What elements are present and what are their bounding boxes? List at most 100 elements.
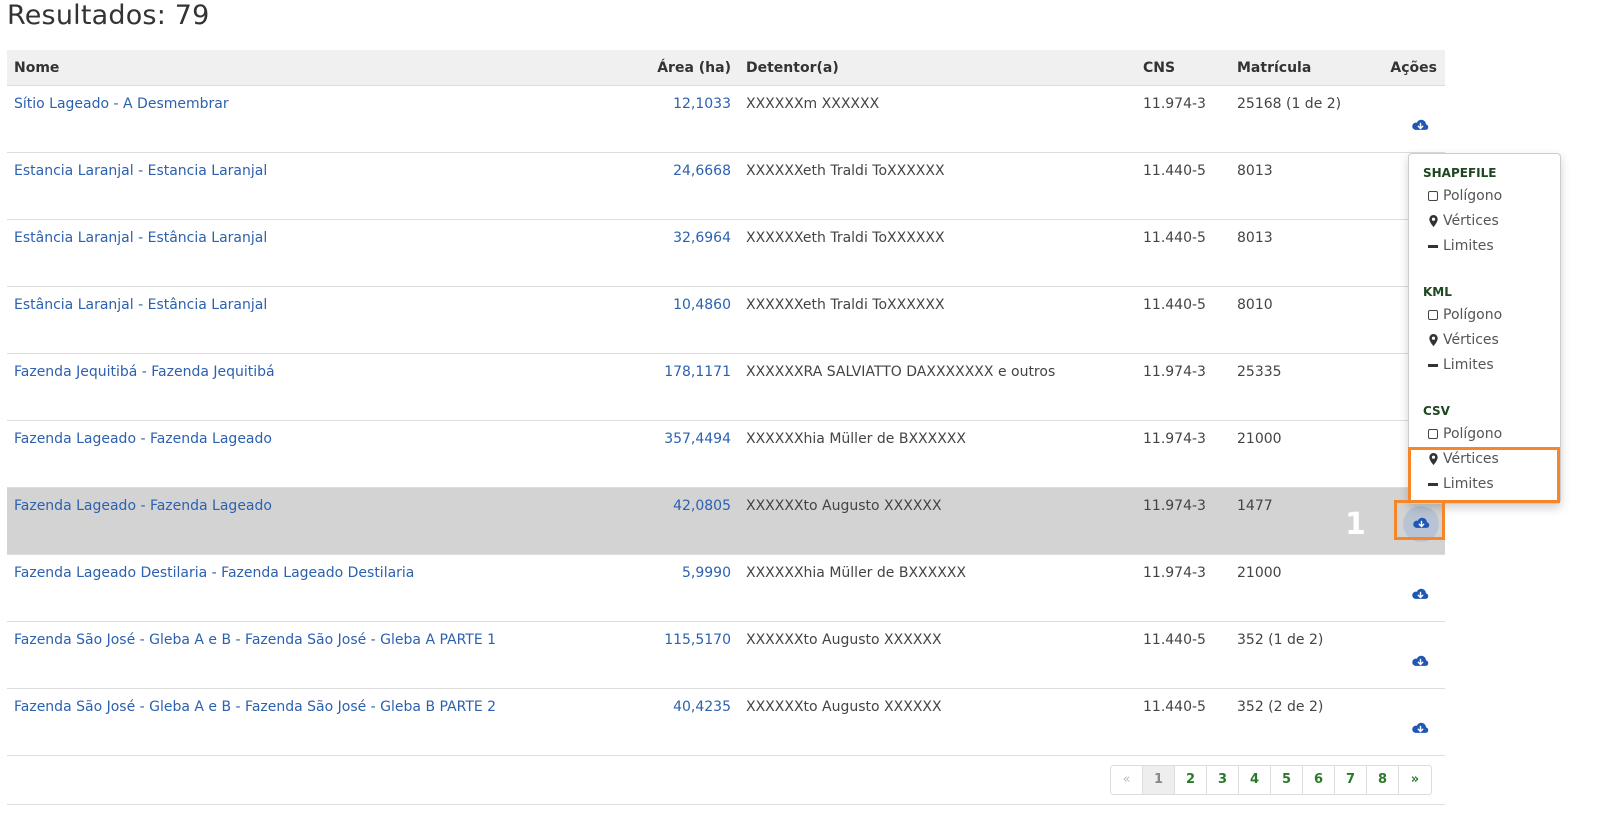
matricula-cell: 25335 — [1237, 364, 1282, 380]
download-button[interactable] — [1409, 711, 1431, 733]
dropdown-item-shapefile-poligono[interactable]: Polígono — [1427, 188, 1502, 204]
divider — [7, 804, 1445, 805]
results-table: Nome Área (ha) Detentor(a) CNS Matrícula… — [7, 50, 1445, 756]
cns-cell: 11.974-3 — [1143, 364, 1206, 380]
matricula-cell: 1477 — [1237, 498, 1273, 514]
pagination-page-1: 1 — [1143, 766, 1175, 794]
square-icon — [1427, 310, 1439, 320]
cns-cell: 11.974-3 — [1143, 498, 1206, 514]
callout-label-2: 2 — [1461, 381, 1482, 416]
table-row: Fazenda Jequitibá - Fazenda Jequitibá 178… — [7, 354, 1445, 421]
matricula-cell: 8013 — [1237, 230, 1273, 246]
download-button[interactable] — [1409, 644, 1431, 666]
table-row: Fazenda São José - Gleba A e B - Fazenda… — [7, 689, 1445, 756]
detentor-cell: XXXXXXto Augusto XXXXXX — [746, 498, 942, 514]
area-link[interactable]: 115,5170 — [664, 632, 731, 648]
column-header-acoes: Ações — [1390, 60, 1437, 76]
matricula-cell: 21000 — [1237, 565, 1282, 581]
column-header-cns[interactable]: CNS — [1143, 60, 1175, 76]
detentor-cell: XXXXXXeth Traldi ToXXXXXX — [746, 163, 945, 179]
table-row: Sítio Lageado - A Desmembrar 12,1033 XXXXX… — [7, 86, 1445, 153]
table-row: Estância Laranjal - Estância Laranjal 32,… — [7, 220, 1445, 287]
highlight-box-csv-options — [1408, 447, 1560, 503]
property-name-link[interactable]: Estância Laranjal - Estância Laranjal — [14, 297, 267, 313]
area-link[interactable]: 32,6964 — [673, 230, 731, 246]
download-button[interactable] — [1409, 108, 1431, 130]
cns-cell: 11.974-3 — [1143, 96, 1206, 112]
pagination-page-7[interactable]: 7 — [1335, 766, 1367, 794]
cns-cell: 11.440-5 — [1143, 699, 1206, 715]
cns-cell: 11.440-5 — [1143, 163, 1206, 179]
results-title: Resultados: 79 — [7, 0, 210, 31]
property-name-link[interactable]: Estancia Laranjal - Estancia Laranjal — [14, 163, 267, 179]
detentor-cell: XXXXXXm XXXXXX — [746, 96, 880, 112]
property-name-link[interactable]: Sítio Lageado - A Desmembrar — [14, 96, 229, 112]
map-marker-icon — [1427, 334, 1439, 346]
area-link[interactable]: 10,4860 — [673, 297, 731, 313]
cloud-download-icon — [1411, 654, 1430, 669]
property-name-link[interactable]: Fazenda Lageado Destilaria - Fazenda Lag… — [14, 565, 414, 581]
area-link[interactable]: 5,9990 — [682, 565, 731, 581]
cns-cell: 11.440-5 — [1143, 297, 1206, 313]
column-header-area[interactable]: Área (ha) — [657, 60, 731, 76]
dropdown-item-label: Limites — [1443, 238, 1494, 254]
pagination-page-2[interactable]: 2 — [1175, 766, 1207, 794]
dropdown-section-shapefile: SHAPEFILE — [1423, 166, 1497, 180]
download-button[interactable] — [1409, 577, 1431, 599]
table-header: Nome Área (ha) Detentor(a) CNS Matrícula… — [7, 50, 1445, 86]
dropdown-item-shapefile-vertices[interactable]: Vértices — [1427, 213, 1499, 229]
table-row: Fazenda Lageado - Fazenda Lageado 357,449… — [7, 421, 1445, 488]
square-icon — [1427, 191, 1439, 201]
area-link[interactable]: 40,4235 — [673, 699, 731, 715]
table-row: Fazenda Lageado Destilaria - Fazenda Lag… — [7, 555, 1445, 622]
pagination-page-5[interactable]: 5 — [1271, 766, 1303, 794]
dropdown-item-label: Polígono — [1443, 188, 1503, 204]
column-header-nome[interactable]: Nome — [14, 60, 59, 76]
detentor-cell: XXXXXXto Augusto XXXXXX — [746, 699, 942, 715]
cns-cell: 11.974-3 — [1143, 431, 1206, 447]
highlight-box-download-button — [1394, 500, 1445, 540]
detentor-cell: XXXXXXto Augusto XXXXXX — [746, 632, 942, 648]
pagination-page-8[interactable]: 8 — [1367, 766, 1399, 794]
pagination-next-button[interactable]: » — [1399, 766, 1431, 794]
property-name-link[interactable]: Fazenda Lageado - Fazenda Lageado — [14, 498, 272, 514]
detentor-cell: XXXXXXhia Müller de BXXXXXX — [746, 431, 966, 447]
table-row: Fazenda Lageado - Fazenda Lageado 42,0805… — [7, 488, 1445, 555]
pagination-page-3[interactable]: 3 — [1207, 766, 1239, 794]
table-row: Fazenda São José - Gleba A e B - Fazenda… — [7, 622, 1445, 689]
pagination-prev-button: « — [1111, 766, 1143, 794]
matricula-cell: 21000 — [1237, 431, 1282, 447]
area-link[interactable]: 12,1033 — [673, 96, 731, 112]
matricula-cell: 8010 — [1237, 297, 1273, 313]
property-name-link[interactable]: Fazenda São José - Gleba A e B - Fazenda… — [14, 632, 496, 648]
property-name-link[interactable]: Fazenda São José - Gleba A e B - Fazenda… — [14, 699, 496, 715]
cloud-download-icon — [1411, 587, 1430, 602]
detentor-cell: XXXXXXeth Traldi ToXXXXXX — [746, 297, 945, 313]
matricula-cell: 8013 — [1237, 163, 1273, 179]
matricula-cell: 352 (2 de 2) — [1237, 699, 1324, 715]
pagination-page-4[interactable]: 4 — [1239, 766, 1271, 794]
cns-cell: 11.440-5 — [1143, 632, 1206, 648]
area-link[interactable]: 178,1171 — [664, 364, 731, 380]
detentor-cell: XXXXXXeth Traldi ToXXXXXX — [746, 230, 945, 246]
property-name-link[interactable]: Estância Laranjal - Estância Laranjal — [14, 230, 267, 246]
dropdown-item-shapefile-limites[interactable]: Limites — [1427, 238, 1494, 254]
dropdown-item-kml-poligono[interactable]: Polígono — [1427, 307, 1502, 323]
minus-icon — [1427, 244, 1439, 248]
pagination-page-6[interactable]: 6 — [1303, 766, 1335, 794]
area-link[interactable]: 42,0805 — [673, 498, 731, 514]
table-row: Estancia Laranjal - Estancia Laranjal 24,… — [7, 153, 1445, 220]
area-link[interactable]: 24,6668 — [673, 163, 731, 179]
dropdown-item-label: Vértices — [1443, 213, 1499, 229]
property-name-link[interactable]: Fazenda Lageado - Fazenda Lageado — [14, 431, 272, 447]
column-header-matricula[interactable]: Matrícula — [1237, 60, 1311, 76]
matricula-cell: 25168 (1 de 2) — [1237, 96, 1342, 112]
column-header-detentor[interactable]: Detentor(a) — [746, 60, 839, 76]
cns-cell: 11.440-5 — [1143, 230, 1206, 246]
pagination: «1 2 3 4 5 6 7 8» — [1110, 765, 1432, 795]
minus-icon — [1427, 363, 1439, 367]
property-name-link[interactable]: Fazenda Jequitibá - Fazenda Jequitibá — [14, 364, 275, 380]
map-marker-icon — [1427, 215, 1439, 227]
area-link[interactable]: 357,4494 — [664, 431, 731, 447]
cns-cell: 11.974-3 — [1143, 565, 1206, 581]
